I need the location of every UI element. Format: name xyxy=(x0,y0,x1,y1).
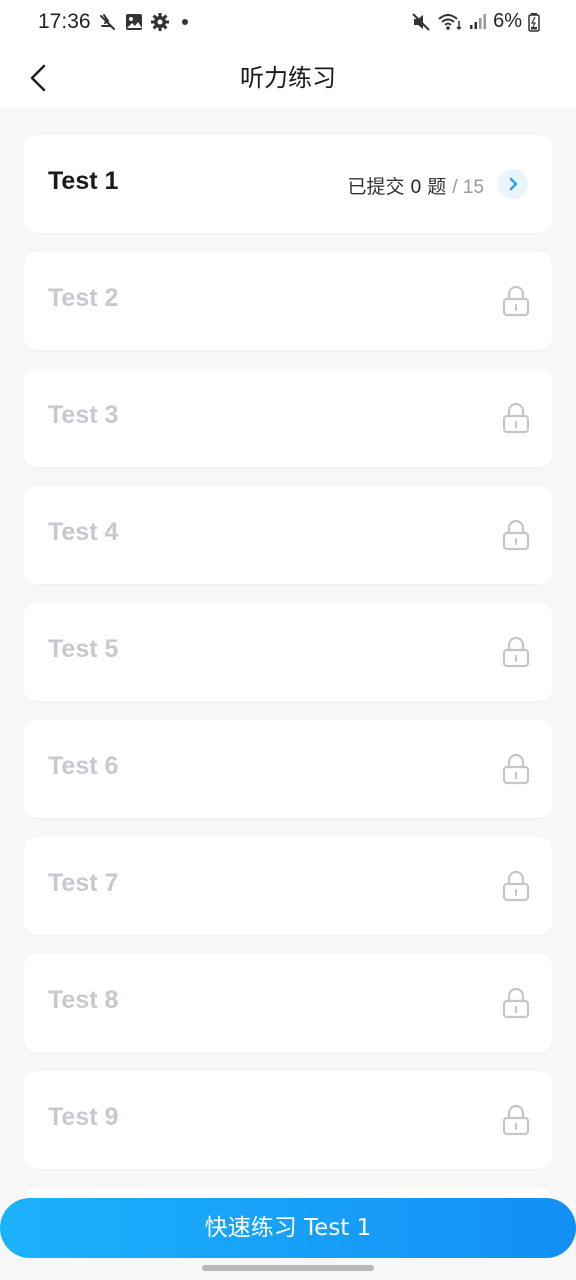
lock-icon xyxy=(502,870,530,902)
test-name: Test 7 xyxy=(48,869,119,897)
lock-icon xyxy=(502,1104,530,1136)
submitted-label: 已提交 xyxy=(347,176,405,198)
settings-gear-icon xyxy=(151,13,169,31)
test-card-6[interactable]: Test 6 xyxy=(24,720,552,818)
test-name: Test 3 xyxy=(48,401,119,429)
more-notifications-dot-icon xyxy=(182,19,188,25)
lock-icon xyxy=(502,519,530,551)
chevron-right-icon xyxy=(509,177,518,191)
test-name: Test 5 xyxy=(48,635,119,663)
test-card-2[interactable]: Test 2 xyxy=(24,252,552,350)
battery-icon xyxy=(528,12,540,32)
test-card-8[interactable]: Test 8 xyxy=(24,954,552,1052)
test-name: Test 8 xyxy=(48,986,119,1014)
mute-icon xyxy=(412,12,430,31)
question-total: / 15 xyxy=(452,177,484,198)
app-notification-icon xyxy=(100,14,115,30)
lock-icon xyxy=(502,753,530,785)
status-time: 17:36 xyxy=(38,10,91,33)
test-card-4[interactable]: Test 4 xyxy=(24,486,552,584)
status-right-group: 6% xyxy=(411,10,540,33)
test-card-9[interactable]: Test 9 xyxy=(24,1071,552,1169)
app-header: 听力练习 xyxy=(0,46,576,108)
open-test-button[interactable] xyxy=(498,169,528,199)
lock-icon xyxy=(502,987,530,1019)
wifi-icon xyxy=(438,13,462,30)
lock-icon xyxy=(502,636,530,668)
quick-practice-button[interactable]: 快速练习 Test 1 xyxy=(0,1198,576,1258)
test-card-1[interactable]: Test 1 已提交 0 题 / 15 xyxy=(24,135,552,233)
test-card-3[interactable]: Test 3 xyxy=(24,369,552,467)
battery-percent: 6% xyxy=(493,10,522,32)
test-card-7[interactable]: Test 7 xyxy=(24,837,552,935)
lock-icon xyxy=(502,402,530,434)
home-indicator[interactable] xyxy=(202,1265,374,1271)
lock-icon xyxy=(502,285,530,317)
test-card-5[interactable]: Test 5 xyxy=(24,603,552,701)
test-name: Test 9 xyxy=(48,1103,119,1131)
status-bar: 17:36 6% xyxy=(0,0,576,46)
gallery-icon xyxy=(126,14,142,30)
question-unit: 题 xyxy=(427,176,447,198)
test-name: Test 4 xyxy=(48,518,119,546)
test-name: Test 1 xyxy=(48,167,119,195)
page-title: 听力练习 xyxy=(240,64,336,92)
test-name: Test 6 xyxy=(48,752,119,780)
test-name: Test 2 xyxy=(48,284,119,312)
signal-icon xyxy=(470,13,487,29)
submission-progress: 已提交 0 题 / 15 xyxy=(348,172,484,199)
submitted-count: 0 xyxy=(410,177,422,198)
